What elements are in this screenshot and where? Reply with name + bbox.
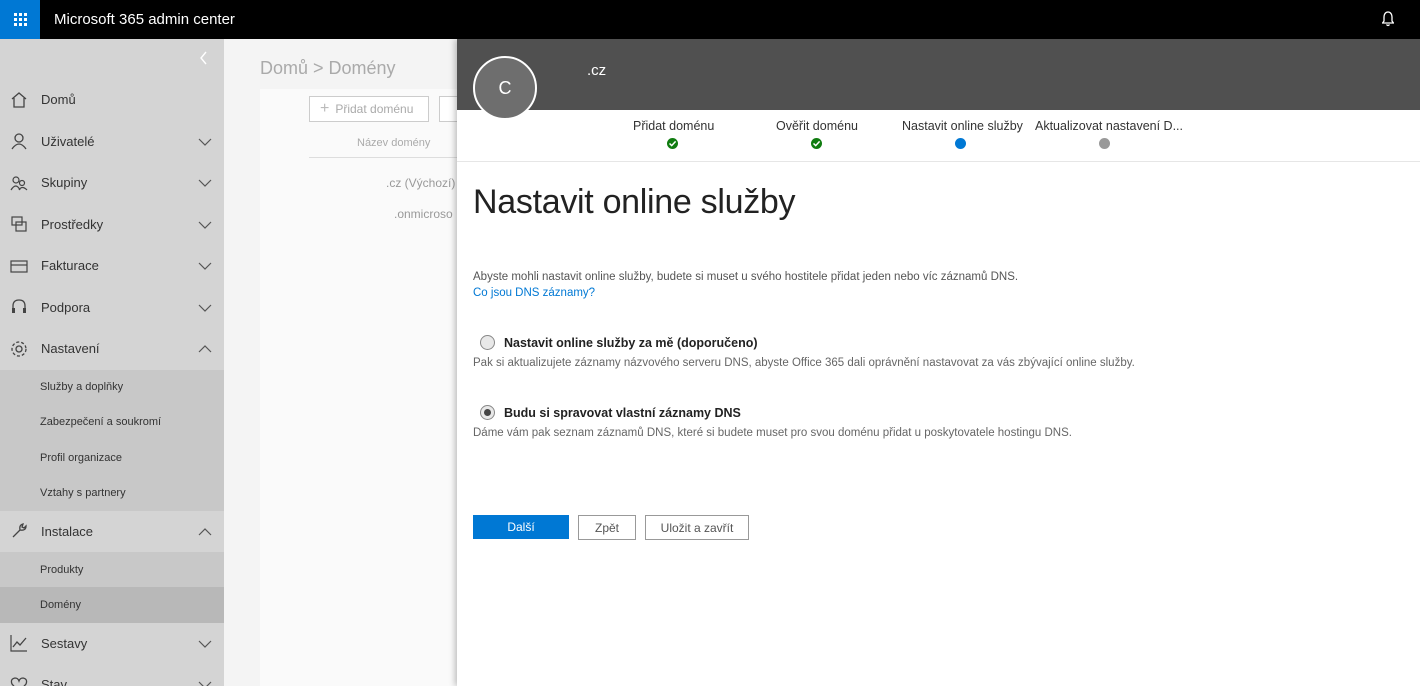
group-icon <box>10 174 28 192</box>
sidebar-subitem-security[interactable]: Zabezpečení a soukromí <box>0 404 224 440</box>
sidebar-item-label: Stav <box>41 677 68 686</box>
chevron-down-icon[interactable] <box>198 259 212 273</box>
home-icon <box>10 91 28 109</box>
current-step-dot <box>955 138 966 149</box>
wrench-icon <box>10 522 28 540</box>
sidebar-item-install[interactable]: Instalace <box>0 511 224 553</box>
chevron-down-icon[interactable] <box>198 678 212 686</box>
option-description: Pak si aktualizujete záznamy názvového s… <box>473 357 1135 369</box>
sidebar-item-health[interactable]: Stav <box>0 664 224 686</box>
chevron-down-icon[interactable] <box>198 176 212 190</box>
chevron-down-icon[interactable] <box>198 637 212 651</box>
panel-header: .cz <box>457 39 1420 110</box>
step-add-domain: Přidat doménu <box>633 119 715 133</box>
domain-title: .cz <box>587 62 607 79</box>
app-launcher-icon[interactable] <box>0 0 40 39</box>
sidebar-item-label: Sestavy <box>41 635 88 651</box>
avatar: C <box>473 56 537 120</box>
chevron-down-icon[interactable] <box>198 301 212 315</box>
intro-text: Abyste mohli nastavit online služby, bud… <box>473 271 1019 283</box>
top-bar: Microsoft 365 admin center <box>0 0 1420 39</box>
radio-setup-for-me[interactable] <box>480 335 495 350</box>
pending-step-dot <box>1099 138 1110 149</box>
chevron-down-icon[interactable] <box>198 218 212 232</box>
sidebar-subitem-services[interactable]: Služby a doplňky <box>0 369 224 405</box>
sidebar-item-groups[interactable]: Skupiny <box>0 162 224 204</box>
sidebar-item-home[interactable]: Domů <box>0 79 224 121</box>
chevron-up-icon[interactable] <box>198 525 212 539</box>
option-label[interactable]: Nastavit online služby za mě (doporučeno… <box>504 336 758 350</box>
sidebar-item-label: Prostředky <box>41 216 104 232</box>
back-button[interactable]: Zpět <box>578 515 636 540</box>
sidebar-item-label: Uživatelé <box>41 133 95 149</box>
nav-menu: Domů Uživatelé Skupiny Prostředky Faktur… <box>0 79 224 686</box>
table-row[interactable]: .cz (Výchozí) <box>386 176 455 190</box>
step-update-dns: Aktualizovat nastavení D... <box>1035 119 1183 133</box>
sidebar-item-reports[interactable]: Sestavy <box>0 623 224 665</box>
sidebar-item-label: Instalace <box>41 523 94 539</box>
option-description: Dáme vám pak seznam záznamů DNS, které s… <box>473 427 1072 439</box>
sidebar-item-label: Fakturace <box>41 258 99 274</box>
save-and-close-button[interactable]: Uložit a zavřít <box>645 515 749 540</box>
breadcrumb[interactable]: Domů > Domény <box>260 58 396 79</box>
sidebar: Domů Uživatelé Skupiny Prostředky Faktur… <box>0 39 224 686</box>
step-setup-services: Nastavit online služby <box>902 119 1023 133</box>
next-button[interactable]: Další <box>473 515 569 539</box>
headset-icon <box>10 298 28 316</box>
sidebar-subitem-partners[interactable]: Vztahy s partnery <box>0 475 224 511</box>
check-icon <box>811 138 822 149</box>
divider <box>309 157 469 158</box>
page-title: Nastavit online služby <box>473 183 796 221</box>
sidebar-subitem-org-profile[interactable]: Profil organizace <box>0 440 224 476</box>
setup-domain-panel: .cz C Přidat doménu Ověřit doménu Nastav… <box>457 39 1420 686</box>
sidebar-item-billing[interactable]: Fakturace <box>0 245 224 287</box>
sidebar-item-settings[interactable]: Nastavení <box>0 328 224 370</box>
chevron-left-icon[interactable] <box>198 51 210 65</box>
sidebar-item-label: Skupiny <box>41 175 88 191</box>
add-domain-button[interactable]: + Přidat doménu <box>309 96 429 122</box>
wizard-steps: Přidat doménu Ověřit doménu Nastavit onl… <box>457 110 1420 162</box>
sidebar-item-label: Nastavení <box>41 341 100 357</box>
sidebar-item-users[interactable]: Uživatelé <box>0 121 224 163</box>
sidebar-subitem-products[interactable]: Produkty <box>0 552 224 588</box>
chart-icon <box>10 634 28 652</box>
chevron-down-icon[interactable] <box>198 135 212 149</box>
radio-manage-own-dns[interactable] <box>480 405 495 420</box>
sidebar-item-label: Podpora <box>41 299 91 315</box>
column-header-domain-name[interactable]: Název domény <box>357 137 430 149</box>
chevron-up-icon[interactable] <box>198 342 212 356</box>
sidebar-item-support[interactable]: Podpora <box>0 287 224 329</box>
billing-icon <box>10 257 28 275</box>
step-verify-domain: Ověřit doménu <box>776 119 858 133</box>
user-icon <box>10 132 28 150</box>
app-title[interactable]: Microsoft 365 admin center <box>54 11 235 28</box>
heart-icon <box>10 676 28 686</box>
dns-records-help-link[interactable]: Co jsou DNS záznamy? <box>473 287 595 299</box>
add-domain-label: Přidat doménu <box>335 102 414 116</box>
resources-icon <box>10 215 28 233</box>
check-icon <box>667 138 678 149</box>
sidebar-item-label: Domů <box>41 92 76 108</box>
table-row[interactable]: .onmicroso <box>394 207 453 221</box>
option-label[interactable]: Budu si spravovat vlastní záznamy DNS <box>504 406 741 420</box>
gear-icon <box>10 340 28 358</box>
notification-bell-icon[interactable] <box>1382 11 1394 27</box>
sidebar-subitem-domains[interactable]: Domény <box>0 587 224 623</box>
plus-icon: + <box>320 100 330 117</box>
sidebar-item-resources[interactable]: Prostředky <box>0 204 224 246</box>
